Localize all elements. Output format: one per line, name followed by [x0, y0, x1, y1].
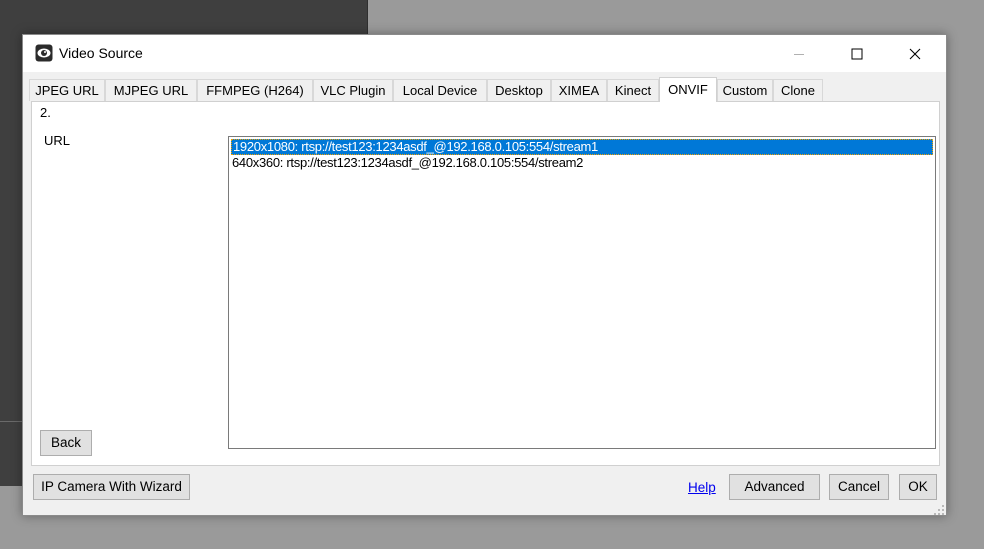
tab-onvif[interactable]: ONVIF — [659, 77, 717, 102]
tab-local-device[interactable]: Local Device — [393, 79, 487, 101]
stream-list-item[interactable]: 640x360: rtsp://test123:1234asdf_@192.16… — [231, 155, 933, 171]
close-button[interactable] — [892, 35, 938, 72]
url-label: URL — [44, 133, 71, 148]
help-link[interactable]: Help — [688, 480, 716, 495]
tab-mjpeg-url[interactable]: MJPEG URL — [105, 79, 197, 101]
close-icon — [909, 48, 921, 59]
resize-grip-icon[interactable] — [934, 503, 944, 515]
tab-desktop[interactable]: Desktop — [487, 79, 551, 101]
title-bar[interactable]: Video Source — [23, 35, 946, 72]
tab-vlc-plugin[interactable]: VLC Plugin — [313, 79, 393, 101]
eye-camera-icon — [35, 44, 53, 62]
video-source-dialog: Video Source JPEG URL MJPEG URL FFMPEG (… — [22, 34, 947, 516]
background-divider — [0, 421, 22, 422]
tab-kinect[interactable]: Kinect — [607, 79, 659, 101]
tab-ximea[interactable]: XIMEA — [551, 79, 607, 101]
window-title: Video Source — [59, 45, 143, 61]
stream-url-list[interactable]: 1920x1080: rtsp://test123:1234asdf_@192.… — [228, 136, 936, 449]
maximize-icon — [851, 48, 863, 59]
step-label: 2. — [40, 105, 51, 120]
tab-clone[interactable]: Clone — [773, 79, 823, 101]
back-button[interactable]: Back — [40, 430, 92, 456]
stream-list-item-selected[interactable]: 1920x1080: rtsp://test123:1234asdf_@192.… — [231, 139, 933, 155]
onvif-panel: 2. URL 1920x1080: rtsp://test123:1234asd… — [31, 101, 940, 466]
tab-ffmpeg[interactable]: FFMPEG (H264) — [197, 79, 313, 101]
minimize-icon — [794, 53, 804, 55]
ok-button[interactable]: OK — [899, 474, 937, 500]
maximize-button[interactable] — [834, 35, 880, 72]
advanced-button[interactable]: Advanced — [729, 474, 820, 500]
minimize-button[interactable] — [776, 35, 822, 72]
tab-custom[interactable]: Custom — [717, 79, 773, 101]
tab-jpeg-url[interactable]: JPEG URL — [29, 79, 105, 101]
cancel-button[interactable]: Cancel — [829, 474, 889, 500]
ip-camera-wizard-button[interactable]: IP Camera With Wizard — [33, 474, 190, 500]
